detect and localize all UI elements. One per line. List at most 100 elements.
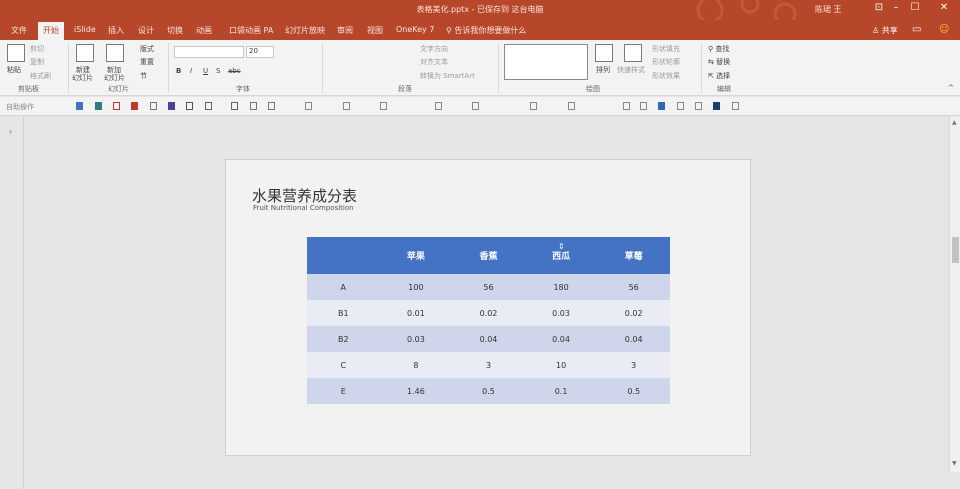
cut-button[interactable]: 剪切: [30, 44, 44, 54]
table-cell[interactable]: E: [307, 378, 380, 404]
table-cell[interactable]: 56: [597, 274, 670, 300]
collapse-ribbon-icon[interactable]: ^: [948, 84, 954, 92]
tool-icon[interactable]: [530, 102, 537, 110]
tool-icon[interactable]: [435, 102, 442, 110]
table-cell[interactable]: 0.02: [452, 300, 525, 326]
tool-icon[interactable]: [677, 102, 684, 110]
convert-smartart-button[interactable]: 转换为 SmartArt: [420, 71, 475, 81]
tab-slideshow[interactable]: 幻灯片放映: [285, 25, 325, 36]
tab-islide[interactable]: iSlide: [74, 25, 96, 34]
table-cell[interactable]: 0.02: [597, 300, 670, 326]
table-header-cell[interactable]: 苹果: [379, 237, 453, 274]
table-cell[interactable]: 0.04: [452, 326, 525, 352]
underline-button[interactable]: U: [203, 67, 208, 75]
tell-me-search[interactable]: ⚲ 告诉我你想要做什么: [446, 25, 526, 36]
tool-icon[interactable]: [95, 102, 102, 110]
user-name[interactable]: 陈珺 王: [815, 4, 842, 15]
table-cell[interactable]: 3: [452, 352, 525, 378]
tool-icon[interactable]: [305, 102, 312, 110]
new-slide-line2[interactable]: 幻灯片: [72, 73, 93, 83]
table-cell[interactable]: 3: [597, 352, 670, 378]
align-text-button[interactable]: 对齐文本: [420, 57, 448, 67]
tool-icon[interactable]: [732, 102, 739, 110]
copy-button[interactable]: 复制: [30, 57, 44, 67]
table-cell[interactable]: 180: [524, 274, 598, 300]
tool-icon[interactable]: [168, 102, 175, 110]
table-cell[interactable]: A: [307, 274, 380, 300]
tab-transitions[interactable]: 切换: [167, 25, 183, 36]
ribbon-display-options-icon[interactable]: ⊡: [871, 2, 887, 16]
tab-review[interactable]: 审阅: [337, 25, 353, 36]
reuse-slide-icon[interactable]: [106, 44, 124, 62]
quick-styles-icon[interactable]: [624, 44, 642, 62]
expand-thumbnails-icon[interactable]: ›: [9, 127, 12, 136]
section-button[interactable]: 节: [140, 71, 147, 81]
tool-icon[interactable]: [268, 102, 275, 110]
new-slide-icon[interactable]: [76, 44, 94, 62]
tab-view[interactable]: 视图: [367, 25, 383, 36]
table-cell[interactable]: B2: [307, 326, 380, 352]
italic-button[interactable]: I: [190, 67, 192, 75]
paste-button[interactable]: 粘贴: [7, 65, 21, 75]
tool-icon[interactable]: [343, 102, 350, 110]
slide-canvas[interactable]: 水果营养成分表 Fruit Nutritional Composition 苹果…: [225, 159, 751, 456]
shape-fill-button[interactable]: 形状填充: [652, 44, 680, 54]
table-cell[interactable]: 100: [379, 274, 453, 300]
tool-icon[interactable]: [695, 102, 702, 110]
shape-effects-button[interactable]: 形状效果: [652, 71, 680, 81]
table-header-cell[interactable]: 香蕉: [452, 237, 525, 274]
text-direction-button[interactable]: 文字方向: [420, 44, 448, 54]
tab-design[interactable]: 设计: [138, 25, 154, 36]
table-cell[interactable]: 10: [524, 352, 598, 378]
table-cell[interactable]: 0.01: [379, 300, 453, 326]
table-cell[interactable]: 1.46: [379, 378, 453, 404]
shape-outline-button[interactable]: 形状轮廓: [652, 57, 680, 67]
paste-icon[interactable]: [7, 44, 25, 62]
maximize-button[interactable]: ☐: [907, 2, 923, 16]
tool-icon[interactable]: [131, 102, 138, 110]
table-cell[interactable]: B1: [307, 300, 380, 326]
scrollbar-thumb[interactable]: [952, 237, 959, 263]
scroll-down-icon[interactable]: ▼: [952, 460, 957, 467]
slide-subtitle[interactable]: Fruit Nutritional Composition: [253, 204, 354, 212]
table-cell[interactable]: 0.04: [597, 326, 670, 352]
slide-title[interactable]: 水果营养成分表: [252, 185, 357, 206]
tab-file[interactable]: 文件: [11, 25, 27, 36]
tool-icon[interactable]: [568, 102, 575, 110]
tab-insert[interactable]: 插入: [108, 25, 124, 36]
vertical-scrollbar[interactable]: ▲ ▼: [949, 117, 960, 472]
tab-pocket-animation[interactable]: 口袋动画 PA: [229, 25, 273, 36]
bold-button[interactable]: B: [176, 67, 181, 75]
tool-icon[interactable]: [231, 102, 238, 110]
tool-icon[interactable]: [472, 102, 479, 110]
tab-onekey[interactable]: OneKey 7: [396, 25, 434, 34]
arrange-icon[interactable]: [595, 44, 613, 62]
reuse-slide-line2[interactable]: 幻灯片: [104, 73, 125, 83]
minimize-button[interactable]: –: [888, 2, 904, 16]
font-size-input[interactable]: 20: [246, 46, 274, 58]
tool-icon[interactable]: [76, 102, 83, 110]
reset-button[interactable]: 重置: [140, 57, 154, 67]
share-button[interactable]: ♙ 共享: [872, 25, 898, 36]
shadow-button[interactable]: S: [216, 67, 220, 75]
tool-icon[interactable]: [623, 102, 630, 110]
tool-icon[interactable]: [658, 102, 665, 110]
table-cell[interactable]: 0.03: [379, 326, 453, 352]
scroll-up-icon[interactable]: ▲: [952, 119, 957, 126]
layout-button[interactable]: 版式: [140, 44, 154, 54]
tool-icon[interactable]: [150, 102, 157, 110]
tab-home[interactable]: 开始: [38, 22, 64, 40]
shapes-gallery[interactable]: [504, 44, 588, 80]
tool-icon[interactable]: [380, 102, 387, 110]
find-button[interactable]: ⚲ 查找: [708, 44, 729, 54]
table-cell[interactable]: 0.1: [524, 378, 598, 404]
comments-icon[interactable]: ▭: [912, 24, 921, 35]
table-header-cell[interactable]: 草莓: [597, 237, 670, 274]
table-cell[interactable]: C: [307, 352, 380, 378]
table-cell[interactable]: 8: [379, 352, 453, 378]
tool-icon[interactable]: [250, 102, 257, 110]
format-painter-button[interactable]: 格式刷: [30, 71, 51, 81]
select-button[interactable]: ⇱ 选择: [708, 71, 730, 81]
table-cell[interactable]: 0.5: [597, 378, 670, 404]
tool-icon[interactable]: [205, 102, 212, 110]
